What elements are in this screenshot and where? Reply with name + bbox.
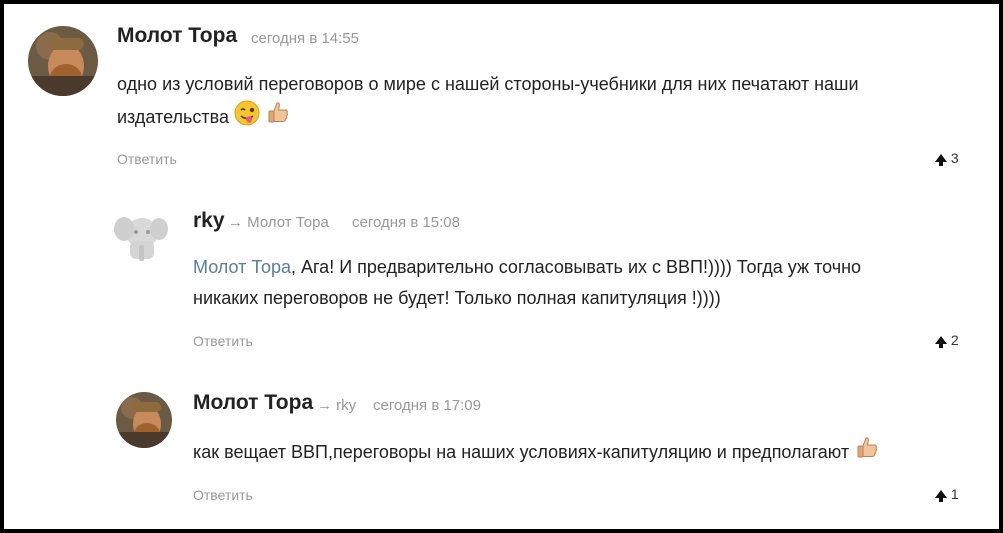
reply-button[interactable]: Ответить xyxy=(117,151,177,167)
comment-text-fragment: как вещает ВВП,переговоры на наших услов… xyxy=(193,441,850,462)
comment-thread-frame: Молот Тора сегодня в 14:55 одно из услов… xyxy=(0,0,1003,533)
comment-text-line: издательства xyxy=(117,100,957,136)
mention-link[interactable]: Молот Тора xyxy=(193,257,291,277)
reply-target-name[interactable]: Молот Тора xyxy=(247,214,329,231)
upvote-arrow-icon[interactable] xyxy=(935,490,947,502)
upvote-counter[interactable]: 2 xyxy=(935,332,959,348)
avatar[interactable] xyxy=(116,392,172,448)
comment-text-line: как вещает ВВП,переговоры на наших услов… xyxy=(193,435,953,471)
comment-text: как вещает ВВП,переговоры на наших услов… xyxy=(193,435,953,471)
reply-arrow-icon: → xyxy=(228,214,243,231)
upvote-counter[interactable]: 1 xyxy=(935,486,959,502)
comment-timestamp[interactable]: сегодня в 14:55 xyxy=(251,30,359,47)
avatar[interactable] xyxy=(28,26,98,96)
comment-author[interactable]: rky xyxy=(193,209,225,233)
vote-count: 1 xyxy=(950,486,959,502)
thumbs-up-icon xyxy=(854,435,880,471)
comment-timestamp[interactable]: сегодня в 15:08 xyxy=(352,214,460,231)
comment-timestamp[interactable]: сегодня в 17:09 xyxy=(373,397,481,414)
comment-text-line: одно из условий переговоров о мире с наш… xyxy=(117,74,859,94)
thumbs-up-icon xyxy=(265,100,291,136)
comment-text: одно из условий переговоров о мире с наш… xyxy=(117,69,957,136)
comment-author[interactable]: Молот Тора xyxy=(117,24,237,48)
comment-text-line: Молот Тора, Ага! И предварительно соглас… xyxy=(193,252,953,283)
upvote-arrow-icon[interactable] xyxy=(935,336,947,348)
reply-arrow-icon: → xyxy=(317,397,332,414)
avatar[interactable] xyxy=(112,209,170,267)
vote-count: 2 xyxy=(950,332,959,348)
upvote-arrow-icon[interactable] xyxy=(935,154,947,166)
reply-button[interactable]: Ответить xyxy=(193,333,253,349)
comment-text-fragment: , Ага! И предварительно согласовывать их… xyxy=(291,257,862,277)
comment-text-line: никаких переговоров не будет! Только пол… xyxy=(193,288,721,308)
reply-target-name[interactable]: rky xyxy=(336,397,356,414)
winking-tongue-emoji-icon xyxy=(234,100,260,136)
reply-button[interactable]: Ответить xyxy=(193,487,253,503)
reply-target[interactable]: → Молот Тора xyxy=(228,214,329,231)
comment-author[interactable]: Молот Тора xyxy=(193,391,313,415)
reply-target[interactable]: → rky xyxy=(317,397,356,414)
vote-count: 3 xyxy=(950,150,959,166)
comment-text-fragment: издательства xyxy=(117,106,229,127)
comment-text: Молот Тора, Ага! И предварительно соглас… xyxy=(193,252,953,314)
upvote-counter[interactable]: 3 xyxy=(935,150,959,166)
